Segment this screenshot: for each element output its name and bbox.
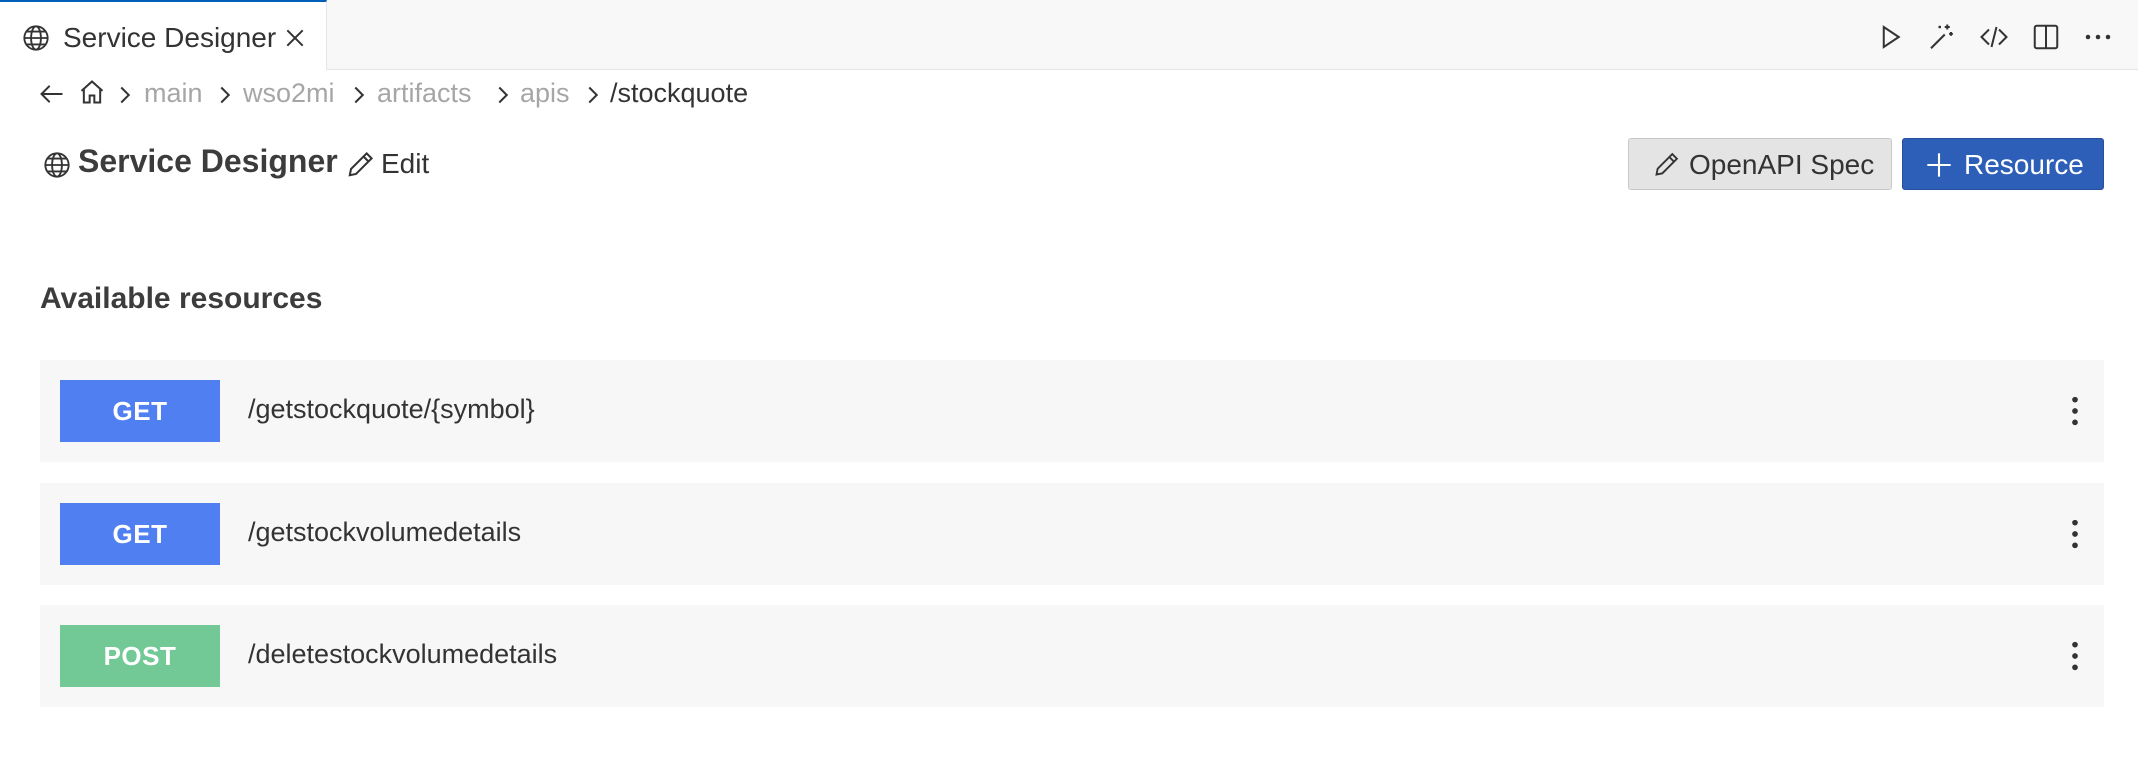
resource-path: /getstockvolumedetails — [248, 517, 522, 547]
method-badge: GET — [60, 503, 220, 565]
pencil-icon — [348, 151, 374, 177]
plus-icon — [1927, 153, 1951, 177]
add-resource-button[interactable]: Resource — [1902, 138, 2104, 190]
add-resource-label: Resource — [1964, 149, 2084, 180]
resource-path: /getstockquote/{symbol} — [248, 394, 535, 424]
breadcrumb-item-main[interactable]: main — [144, 78, 203, 109]
openapi-spec-label: OpenAPI Spec — [1689, 149, 1875, 180]
chevron-right-icon — [498, 86, 509, 104]
globe-icon — [44, 152, 70, 178]
chevron-right-icon — [120, 86, 131, 104]
chevron-right-icon — [588, 86, 599, 104]
breadcrumb-item-wso2mi[interactable]: wso2mi — [243, 78, 335, 109]
breadcrumb-item-apis[interactable]: apis — [520, 78, 570, 109]
resource-path: /deletestockvolumedetails — [248, 639, 558, 669]
magic-wand-icon[interactable] — [1926, 22, 1956, 52]
close-icon[interactable] — [284, 27, 306, 49]
back-arrow-icon[interactable] — [38, 80, 66, 108]
tab-service-designer[interactable]: Service Designer — [0, 0, 327, 70]
kebab-menu-icon[interactable] — [2060, 639, 2090, 673]
openapi-spec-button[interactable]: OpenAPI Spec — [1628, 138, 1892, 190]
edit-label: Edit — [381, 148, 430, 179]
run-icon[interactable] — [1875, 22, 1905, 52]
tab-label: Service Designer — [63, 22, 277, 53]
code-icon[interactable] — [1979, 22, 2009, 52]
editor-tab-bar: Service Designer — [0, 0, 2138, 70]
chevron-right-icon — [354, 86, 365, 104]
more-icon[interactable] — [2083, 22, 2113, 52]
page-title: Service Designer — [78, 143, 338, 179]
resource-row[interactable]: POST /deletestockvolumedetails — [40, 605, 2104, 707]
home-icon[interactable] — [78, 78, 106, 106]
chevron-right-icon — [220, 86, 231, 104]
breadcrumb-current: /stockquote — [610, 78, 749, 108]
pencil-icon — [1655, 152, 1679, 176]
method-badge: POST — [60, 625, 220, 687]
section-title: Available resources — [40, 282, 323, 315]
kebab-menu-icon[interactable] — [2060, 517, 2090, 551]
resource-row[interactable]: GET /getstockvolumedetails — [40, 483, 2104, 585]
breadcrumb-item-artifacts[interactable]: artifacts — [377, 78, 472, 109]
split-editor-icon[interactable] — [2031, 22, 2061, 52]
resource-row[interactable]: GET /getstockquote/{symbol} — [40, 360, 2104, 462]
kebab-menu-icon[interactable] — [2060, 394, 2090, 428]
globe-icon — [23, 25, 49, 51]
method-badge: GET — [60, 380, 220, 442]
